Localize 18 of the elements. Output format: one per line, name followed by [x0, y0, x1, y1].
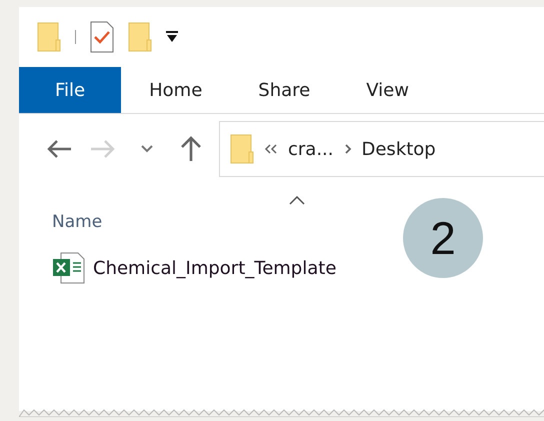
ribbon-tab[interactable]: Share: [230, 67, 338, 113]
step-badge: 2: [403, 198, 483, 278]
address-bar[interactable]: cra... Desktop: [219, 121, 544, 177]
chevron-right-icon: [344, 143, 352, 155]
properties-icon[interactable]: [90, 21, 114, 53]
recent-chevron-icon[interactable]: [141, 145, 153, 153]
ribbon-tab[interactable]: Home: [121, 67, 230, 113]
spreadsheet-file-icon: [52, 252, 85, 284]
ribbon-tab[interactable]: File: [19, 67, 122, 113]
sort-caret-icon: [289, 196, 305, 205]
up-arrow-icon[interactable]: [180, 136, 202, 162]
dropdown-icon[interactable]: [166, 31, 178, 43]
ribbon-tab[interactable]: View: [338, 67, 437, 113]
double-chevron-icon: [264, 143, 278, 155]
file-name[interactable]: Chemical_Import_Template: [93, 258, 336, 278]
breadcrumb[interactable]: Desktop: [362, 138, 436, 160]
back-arrow-icon[interactable]: [46, 139, 72, 159]
breadcrumb[interactable]: cra...: [288, 138, 334, 160]
